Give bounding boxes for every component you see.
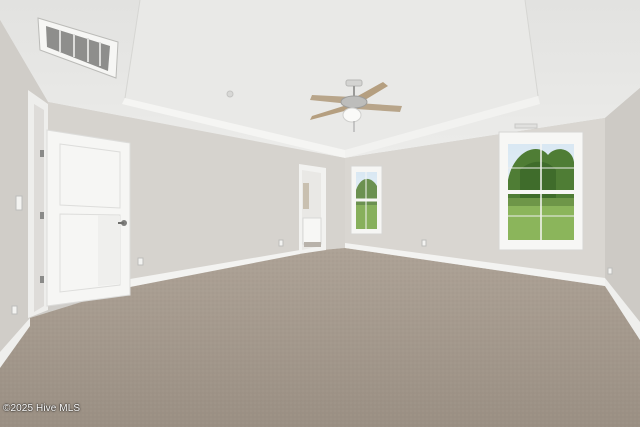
wall-outlet [137,257,144,266]
bedroom-photo: ©2025 Hive MLS [0,0,640,427]
room-illustration [0,0,640,427]
watermark-text: ©2025 Hive MLS [3,403,81,414]
smoke-detector [226,90,234,98]
wall-outlet [607,267,613,275]
wall-outlet [11,305,18,315]
bathroom-doorway[interactable] [299,164,326,254]
right-window [498,131,584,251]
center-window [350,165,383,235]
small-vent [514,123,538,129]
light-switch[interactable] [15,195,23,211]
wall-outlet [421,239,427,247]
wall-outlet [278,239,284,247]
